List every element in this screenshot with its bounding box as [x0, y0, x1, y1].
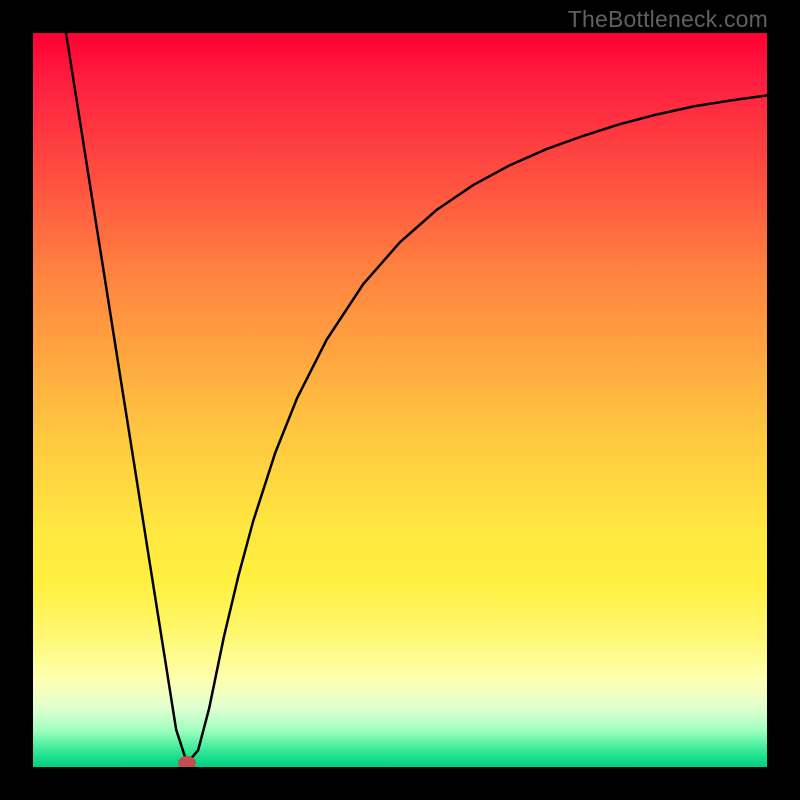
- chart-plot-area: [33, 33, 767, 767]
- watermark-text: TheBottleneck.com: [568, 6, 768, 33]
- bottleneck-curve: [66, 33, 767, 763]
- optimum-marker: [178, 756, 196, 767]
- curve-svg: [33, 33, 767, 767]
